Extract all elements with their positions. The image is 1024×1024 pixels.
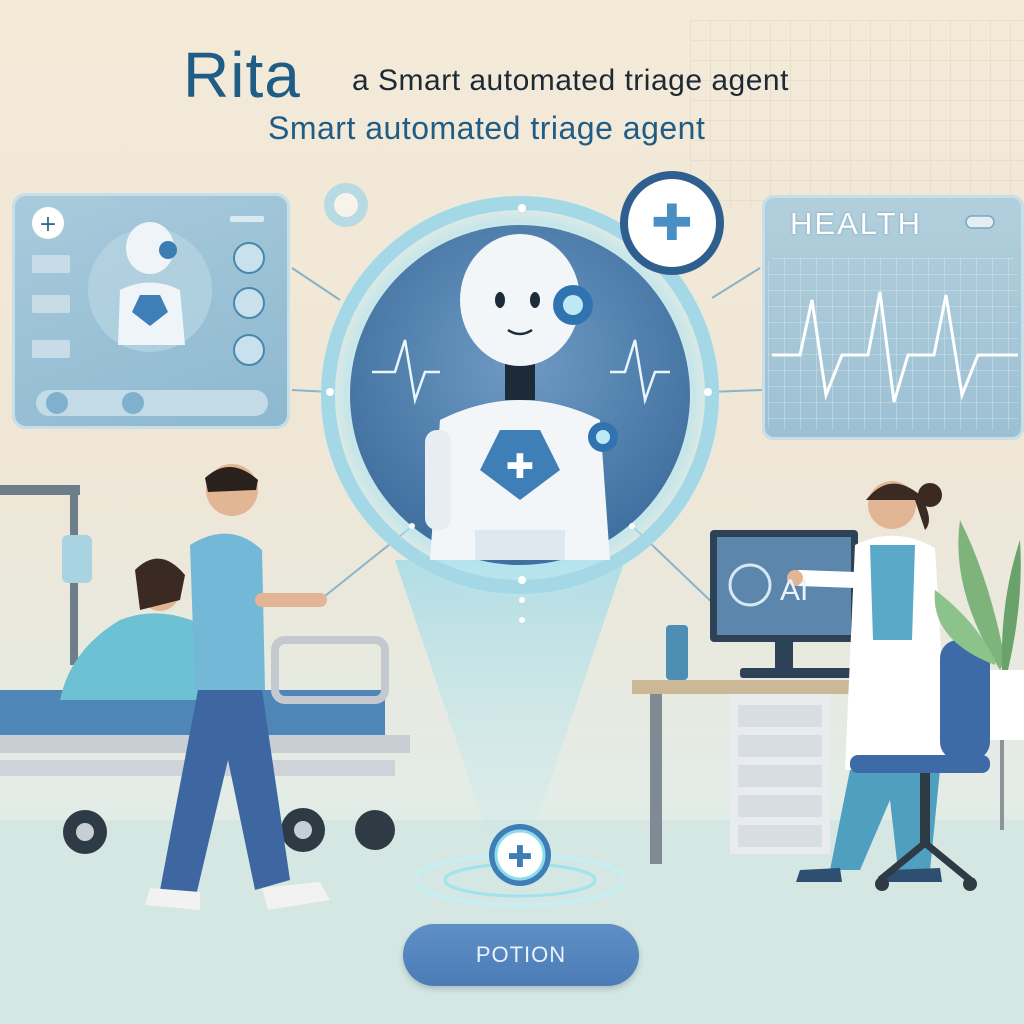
medical-cross-icon: ✚ bbox=[651, 194, 693, 252]
triage-illustration: ✚ ✚ + ✚ AI bbox=[0, 171, 1024, 1024]
svg-text:✚: ✚ bbox=[506, 447, 535, 487]
ecg-heartbeat-icon bbox=[772, 291, 1018, 403]
medical-cross-icon: ✚ bbox=[507, 840, 532, 875]
potion-button[interactable]: POTION bbox=[403, 924, 639, 986]
plus-icon: + bbox=[39, 212, 57, 237]
left-panel-details: + bbox=[32, 207, 268, 416]
iv-bag-icon bbox=[62, 535, 92, 583]
medical-cross-badge: ✚ bbox=[620, 171, 724, 275]
monitor-screen-text: AI bbox=[780, 574, 808, 607]
drop-badge bbox=[324, 183, 368, 227]
light-beam bbox=[395, 560, 625, 840]
